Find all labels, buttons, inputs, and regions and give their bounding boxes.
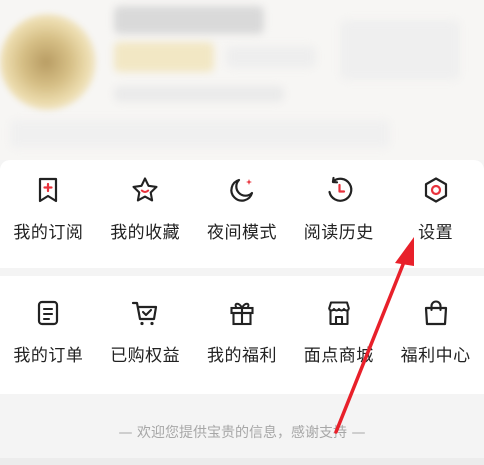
star-icon: [132, 177, 158, 202]
menu-item-night-mode[interactable]: 夜间模式: [194, 175, 291, 243]
menu-label: 我的订阅: [13, 223, 84, 243]
menu-item-settings[interactable]: 设置: [387, 175, 484, 243]
menu-item-mall[interactable]: 面点商城: [290, 298, 387, 366]
bookmark-plus-icon: [39, 177, 58, 203]
user-name-blurred: [114, 6, 264, 34]
avatar[interactable]: [0, 14, 96, 110]
moon-icon: [230, 178, 254, 202]
menu-label: 福利中心: [400, 346, 471, 366]
menu-item-welfare-center[interactable]: 福利中心: [387, 298, 484, 366]
menu-label: 我的订单: [13, 346, 84, 366]
menu-label: 阅读历史: [303, 223, 374, 243]
menu-item-reading-history[interactable]: 阅读历史: [290, 175, 387, 243]
order-clipboard-icon: [38, 300, 59, 326]
store-icon: [327, 301, 350, 326]
menu-label: 我的收藏: [110, 223, 181, 243]
menu-label: 已购权益: [110, 346, 181, 366]
quick-menu-row: 我的订阅 我的收藏 夜间模式 阅读历史 设置: [0, 175, 484, 243]
quick-menu-card: 我的订阅 我的收藏 夜间模式 阅读历史 设置: [0, 160, 484, 268]
user-subtitle-blurred: [114, 86, 284, 102]
gift-icon: [230, 302, 254, 326]
header-right-blurred: [340, 20, 460, 80]
menu-item-subscriptions[interactable]: 我的订阅: [0, 175, 97, 243]
level-badge-blurred: [226, 46, 316, 68]
menu-label: 夜间模式: [206, 223, 277, 243]
member-badge-blurred: [114, 42, 214, 72]
settings-gear-icon: [424, 177, 447, 203]
menu-label: 我的福利: [206, 346, 277, 366]
header-stats-blurred: [10, 120, 390, 148]
bottom-divider: [0, 458, 484, 465]
menu-label: 面点商城: [303, 346, 374, 366]
history-clock-icon: [328, 176, 353, 202]
cart-check-icon: [132, 301, 158, 326]
services-menu-card: 我的订单 已购权益 我的福利 面点商城 福利中心: [0, 276, 484, 394]
menu-item-orders[interactable]: 我的订单: [0, 298, 97, 366]
menu-item-favorites[interactable]: 我的收藏: [97, 175, 194, 243]
services-menu-row: 我的订单 已购权益 我的福利 面点商城 福利中心: [0, 298, 484, 366]
profile-header[interactable]: [0, 0, 484, 160]
menu-item-my-welfare[interactable]: 我的福利: [194, 298, 291, 366]
menu-label: 设置: [418, 223, 454, 243]
shopping-bag-icon: [424, 300, 447, 326]
feedback-note: — 欢迎您提供宝贵的信息，感谢支持 —: [118, 425, 366, 441]
menu-item-purchased-benefits[interactable]: 已购权益: [97, 298, 194, 366]
